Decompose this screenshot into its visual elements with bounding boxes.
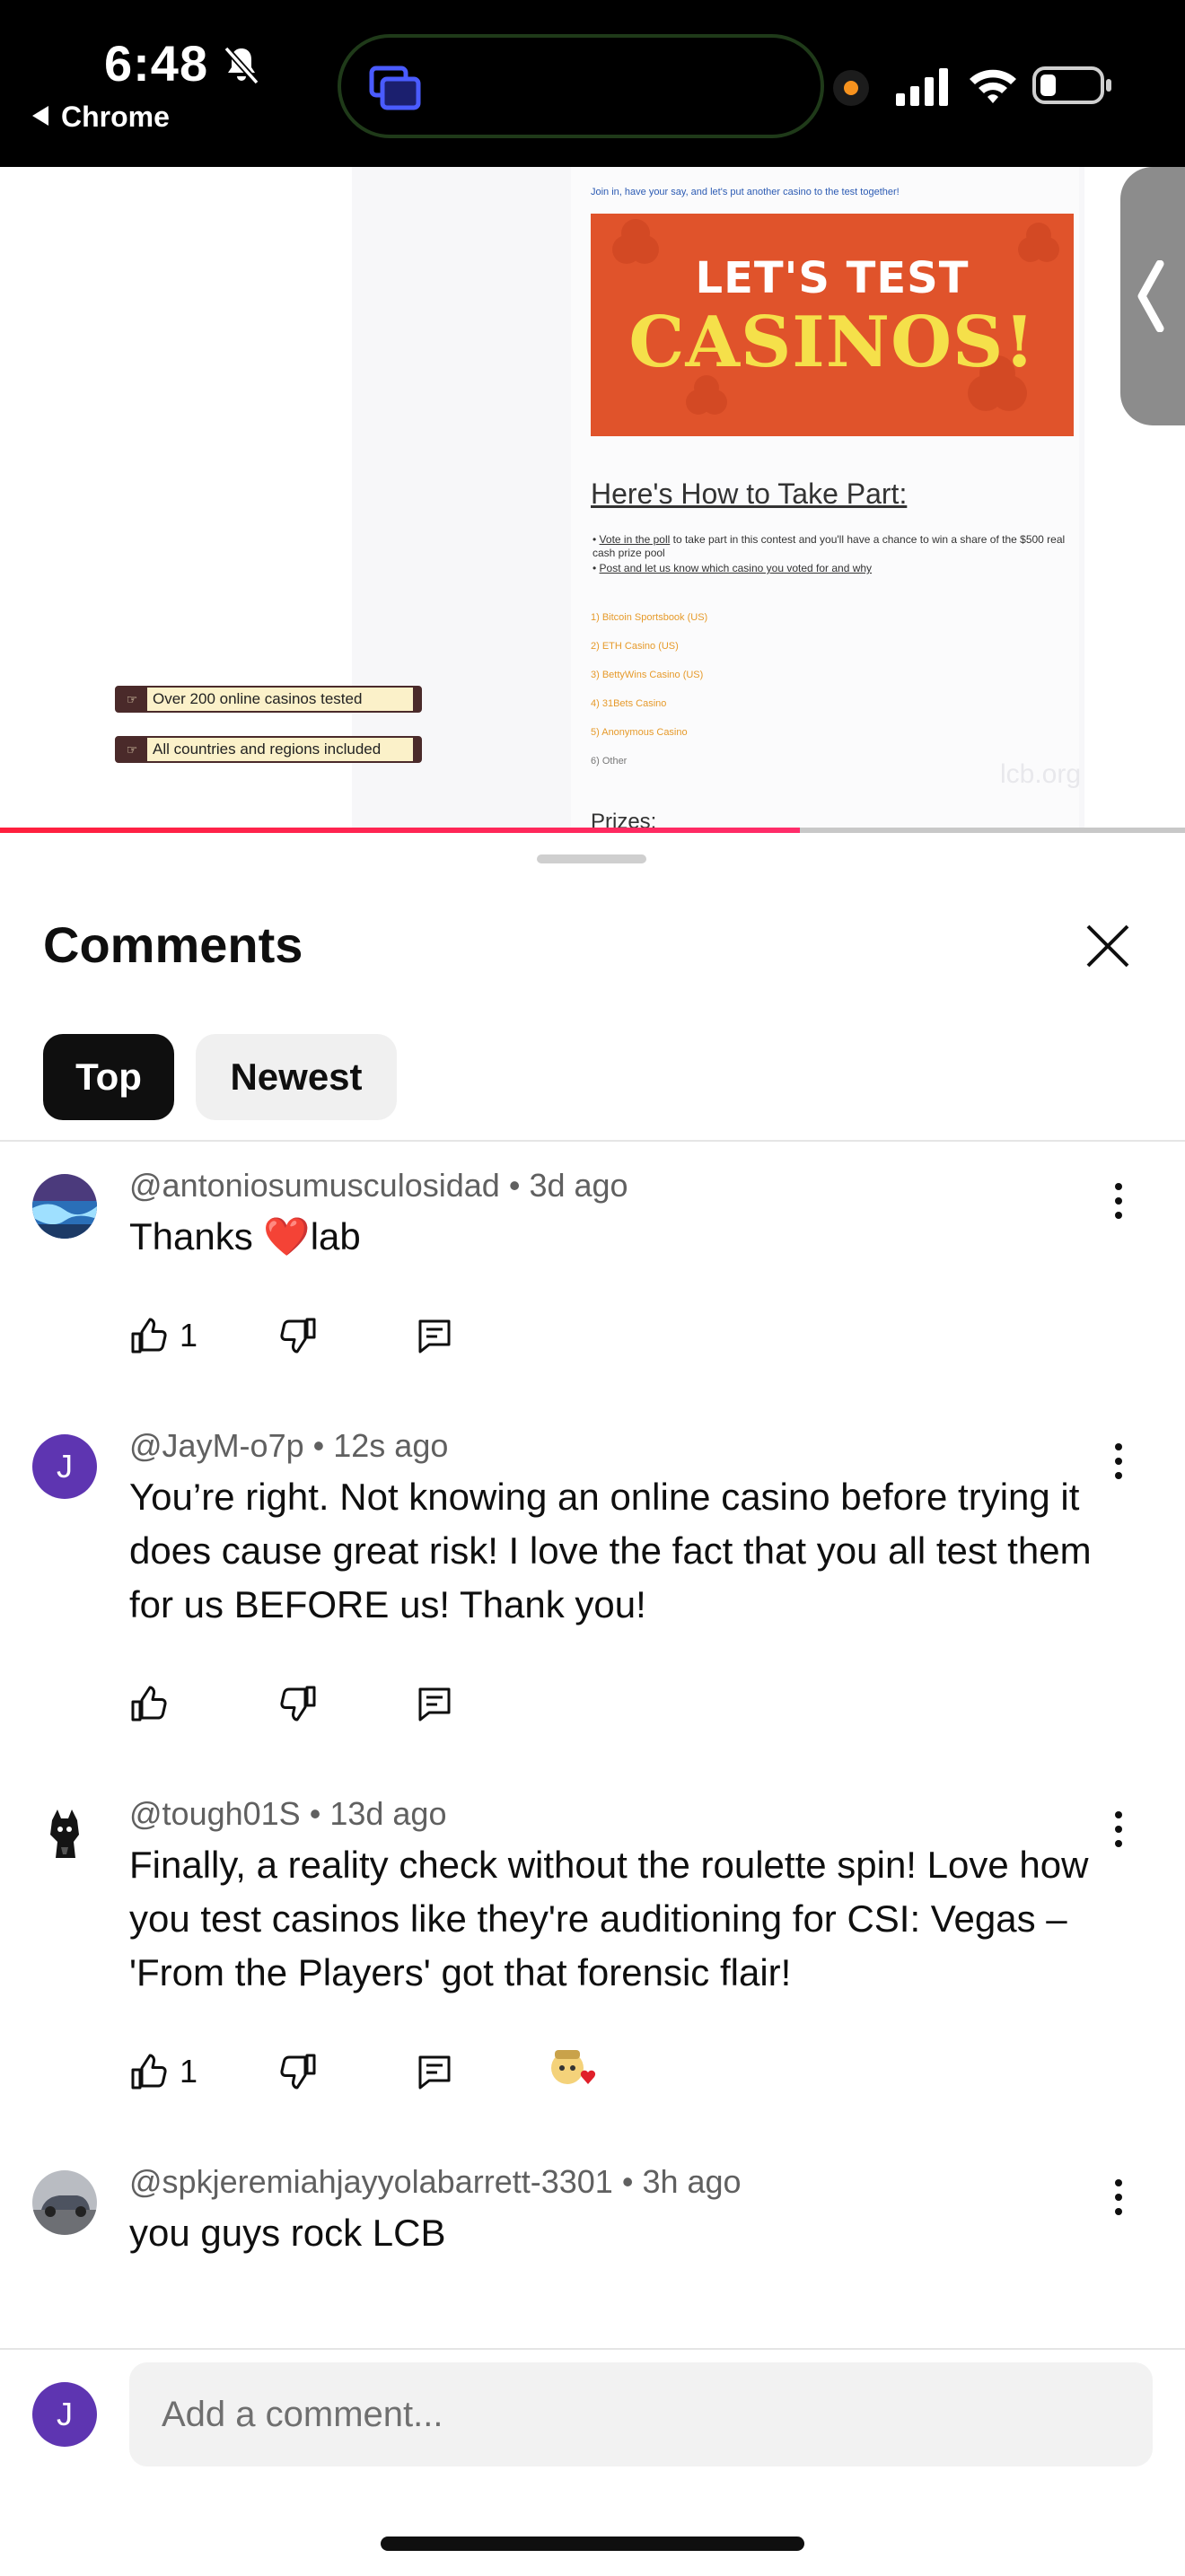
comment-age: 3d ago: [529, 1167, 628, 1204]
take-part-bullets: • Vote in the poll to take part in this …: [592, 533, 1077, 577]
dislike-button[interactable]: [278, 1309, 318, 1362]
how-to-take-part-heading: Here's How to Take Part:: [591, 478, 908, 510]
reply-icon: [418, 1319, 451, 1354]
reply-icon: [418, 2055, 451, 2090]
like-button[interactable]: [129, 1677, 180, 1730]
back-app-label: Chrome: [61, 101, 170, 133]
heart-emoji: ❤️: [263, 1215, 311, 1257]
avatar[interactable]: J: [32, 1434, 97, 1499]
reply-button[interactable]: [415, 1309, 454, 1362]
comment-meta: @JayM-o7p • 12s ago: [129, 1427, 449, 1464]
comment-meta: @spkjeremiahjayyolabarrett-3301 • 3h ago: [129, 2163, 742, 2200]
tab-top[interactable]: Top: [43, 1034, 174, 1120]
sheet-grabber[interactable]: [537, 854, 646, 863]
comment-author[interactable]: @JayM-o7p: [129, 1427, 304, 1464]
battery-icon: [1032, 66, 1111, 104]
tab-newest[interactable]: Newest: [196, 1034, 397, 1120]
more-options-icon[interactable]: [1106, 1434, 1131, 1488]
camera-indicator: [833, 70, 869, 106]
bullet-item: • Post and let us know which casino you …: [592, 562, 873, 574]
like-count: 1: [180, 1317, 198, 1354]
add-comment-input[interactable]: [129, 2362, 1153, 2466]
lets-test-casinos-banner: LET'S TEST CASINOS!: [591, 214, 1074, 436]
poll-options: 1) Bitcoin Sportsbook (US) 2) ETH Casino…: [591, 612, 708, 767]
status-time: 6:48: [104, 35, 209, 92]
hand-pointer-icon: ☞: [117, 688, 147, 711]
home-indicator[interactable]: [381, 2537, 804, 2551]
comment-actions: [129, 1677, 668, 1730]
like-button[interactable]: 1: [129, 2045, 198, 2098]
thumbs-down-icon: [280, 1318, 316, 1354]
thumbs-up-icon: [131, 2054, 167, 2090]
comment-author[interactable]: @tough01S: [129, 1795, 301, 1832]
comments-title: Comments: [43, 916, 303, 973]
reply-button[interactable]: [415, 2045, 454, 2098]
back-to-app-button[interactable]: Chrome: [32, 101, 170, 134]
thumbs-down-icon: [280, 1686, 316, 1722]
comments-list: @antoniosumusculosidad • 3d ago Thanks ❤…: [0, 1142, 1185, 2283]
comment-actions: 1: [129, 2045, 668, 2098]
comment-item: @spkjeremiahjayyolabarrett-3301 • 3h ago…: [0, 2163, 1185, 2283]
reply-icon: [418, 1687, 451, 1722]
comments-sheet: Comments Top Newest @antoniosumusculosid…: [0, 833, 1185, 2574]
overlay-pill: ☞ All countries and regions included: [115, 736, 422, 763]
reply-button[interactable]: [415, 1677, 454, 1730]
comment-age: 3h ago: [642, 2163, 742, 2200]
creator-heart-icon: [551, 2050, 596, 2084]
video-player[interactable]: Join in, have your say, and let's put an…: [0, 167, 1185, 833]
wifi-icon: [970, 69, 1016, 103]
banner-line-2: CASINOS!: [628, 302, 1036, 383]
more-options-icon[interactable]: [1106, 2170, 1131, 2224]
comment-item: J @JayM-o7p • 12s ago You’re right. Not …: [0, 1427, 1185, 1768]
chevron-left-icon: [1137, 260, 1164, 332]
avatar[interactable]: J: [32, 2382, 97, 2447]
dislike-button[interactable]: [278, 1677, 318, 1730]
thumbs-up-icon: [131, 1686, 167, 1722]
avatar[interactable]: [32, 1174, 97, 1239]
side-panel-handle[interactable]: [1120, 167, 1185, 425]
comment-actions: 1: [129, 1309, 668, 1362]
video-intro-text: Join in, have your say, and let's put an…: [591, 187, 900, 197]
back-arrow-icon: [32, 106, 48, 126]
like-button[interactable]: 1: [129, 1309, 198, 1362]
thumbs-down-icon: [280, 2054, 316, 2090]
comment-item: @antoniosumusculosidad • 3d ago Thanks ❤…: [0, 1167, 1185, 1400]
comment-text: you guys rock LCB: [129, 2212, 446, 2254]
creator-heart-badge: [548, 2045, 605, 2098]
comment-text: You’re right. Not knowing an online casi…: [129, 1476, 1092, 1625]
comment-age: 12s ago: [333, 1427, 449, 1464]
video-watermark: lcb.org: [1000, 759, 1082, 789]
comment-meta: @tough01S • 13d ago: [129, 1795, 447, 1832]
more-options-icon[interactable]: [1106, 1174, 1131, 1228]
more-options-icon[interactable]: [1106, 1802, 1131, 1856]
overlay-app-icon: [369, 66, 421, 110]
comment-item: @tough01S • 13d ago Finally, a reality c…: [0, 1795, 1185, 2136]
bullet-item: • Vote in the poll to take part in this …: [592, 533, 1066, 559]
thumbs-up-icon: [131, 1318, 167, 1354]
comment-age: 13d ago: [329, 1795, 447, 1832]
status-bar: 6:48 Chrome: [0, 0, 1185, 167]
comment-text: Finally, a reality check without the rou…: [129, 1844, 1089, 1993]
banner-line-1: LET'S TEST: [695, 253, 970, 303]
comment-author[interactable]: @spkjeremiahjayyolabarrett-3301: [129, 2163, 613, 2200]
dynamic-island[interactable]: [338, 34, 824, 138]
hand-pointer-icon: ☞: [117, 738, 147, 761]
bell-slash-icon: [224, 46, 259, 85]
avatar[interactable]: [32, 2170, 97, 2235]
avatar[interactable]: [32, 1802, 97, 1867]
signal-icon: [896, 68, 948, 106]
like-count: 1: [180, 2053, 198, 2090]
comment-author[interactable]: @antoniosumusculosidad: [129, 1167, 500, 1204]
dislike-button[interactable]: [278, 2045, 318, 2098]
comment-text: Thanks ❤️lab: [129, 1215, 361, 1257]
overlay-pill: ☞ Over 200 online casinos tested: [115, 686, 422, 713]
comment-meta: @antoniosumusculosidad • 3d ago: [129, 1167, 628, 1204]
close-icon[interactable]: [1083, 921, 1133, 971]
